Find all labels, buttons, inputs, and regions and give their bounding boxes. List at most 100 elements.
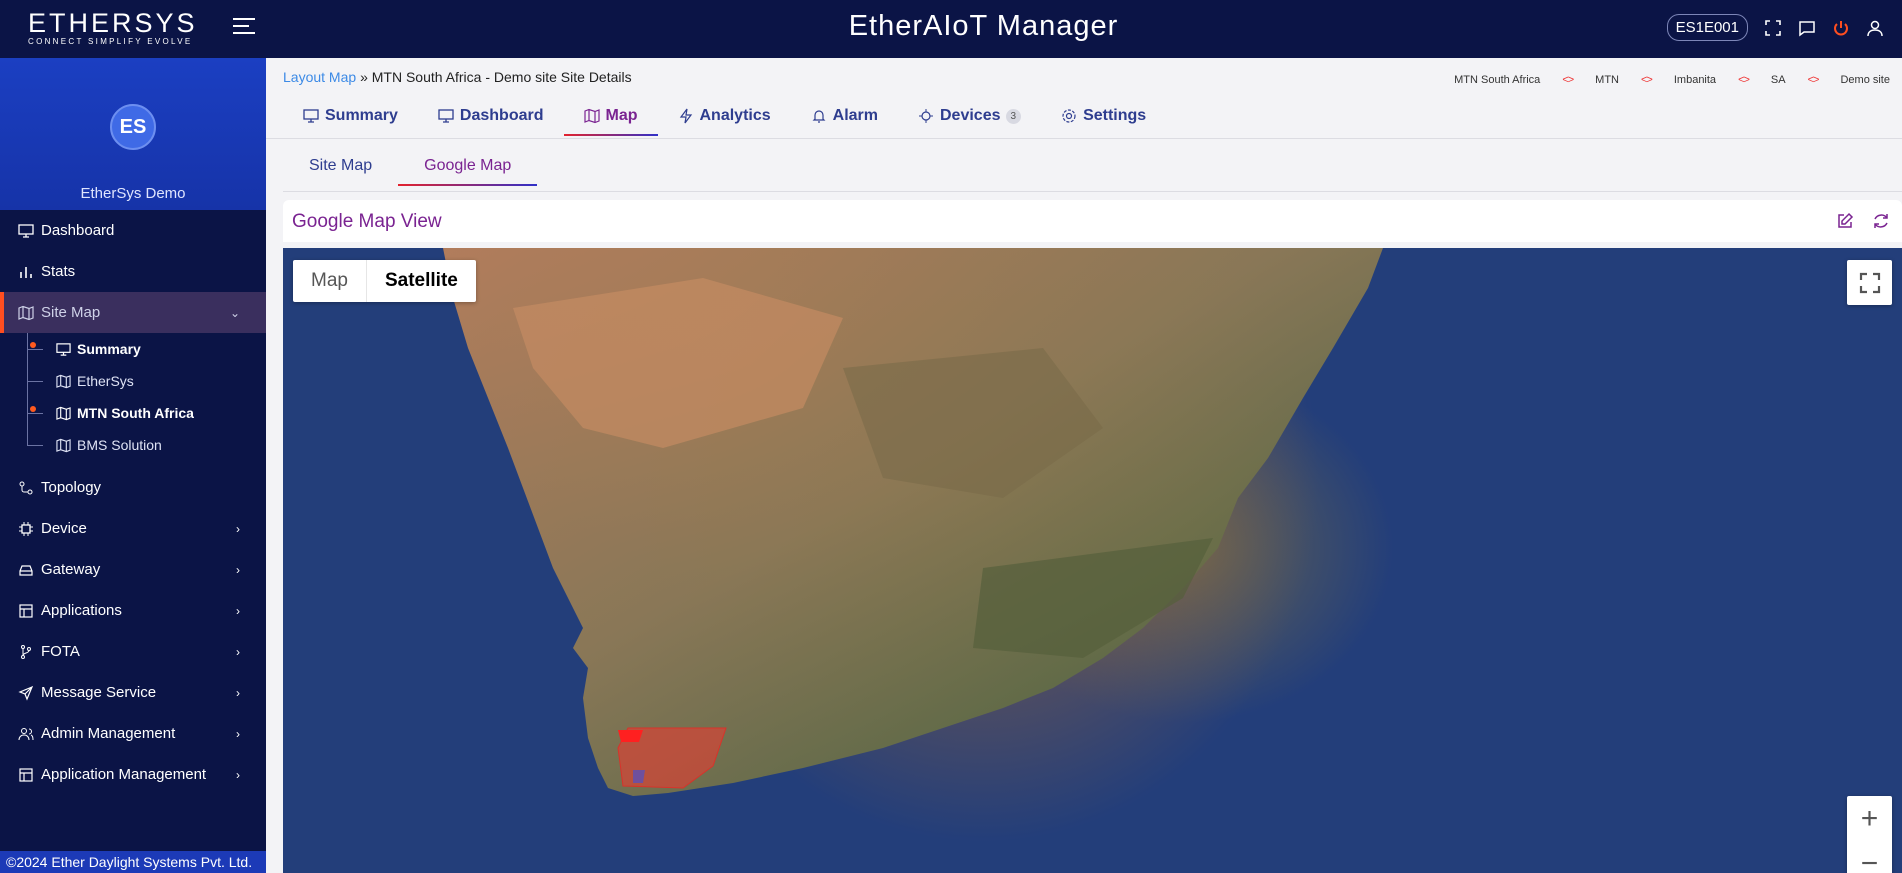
hierarchy-item[interactable]: SA bbox=[1771, 74, 1786, 86]
card-title: Google Map View bbox=[292, 211, 442, 232]
active-dot bbox=[30, 406, 36, 412]
breadcrumb: Layout Map » MTN South Africa - Demo sit… bbox=[283, 69, 632, 85]
sidebar-subitem-label: EtherSys bbox=[77, 373, 134, 389]
sidebar-item-message-service[interactable]: Message Service › bbox=[0, 672, 266, 713]
tree-tick bbox=[27, 413, 43, 414]
hierarchy-item[interactable]: MTN bbox=[1595, 74, 1619, 86]
sidebar: ES EtherSys Demo Dashboard Stats Site Ma… bbox=[0, 58, 266, 873]
sidebar-item-applications[interactable]: Applications › bbox=[0, 590, 266, 631]
chevron-right-icon[interactable]: › bbox=[236, 604, 240, 618]
sidebar-item-label: Stats bbox=[41, 263, 76, 280]
subtabs-divider bbox=[283, 191, 1902, 192]
chevron-right-icon[interactable]: › bbox=[236, 645, 240, 659]
sidebar-item-label: Application Management bbox=[41, 766, 207, 783]
google-map-satellite[interactable]: Map Satellite + − bbox=[283, 248, 1902, 873]
sidebar-item-label: Gateway bbox=[41, 561, 101, 578]
bolt-icon bbox=[679, 108, 692, 124]
sidebar-item-fota[interactable]: FOTA › bbox=[0, 631, 266, 672]
map-icon bbox=[56, 374, 71, 388]
tab-settings[interactable]: Settings bbox=[1041, 100, 1166, 132]
sidebar-item-gateway[interactable]: Gateway › bbox=[0, 549, 266, 590]
monitor-icon bbox=[438, 109, 454, 123]
refresh-icon[interactable] bbox=[1872, 212, 1890, 230]
hierarchy-item[interactable]: MTN South Africa bbox=[1454, 74, 1540, 86]
bar-chart-icon bbox=[20, 266, 32, 278]
topology-icon bbox=[19, 481, 33, 494]
sidebar-item-label: FOTA bbox=[41, 643, 80, 660]
breadcrumb-link-layout-map[interactable]: Layout Map bbox=[283, 69, 356, 85]
branch-icon bbox=[21, 644, 31, 659]
site-hierarchy: MTN South Africa <> MTN <> Imbanita <> S… bbox=[1454, 74, 1890, 86]
map-type-map-button[interactable]: Map bbox=[293, 260, 366, 302]
map-icon bbox=[583, 108, 600, 124]
chevron-down-icon[interactable]: ⌄ bbox=[230, 306, 240, 320]
tab-devices[interactable]: Devices 3 bbox=[898, 100, 1041, 132]
user-icon[interactable] bbox=[1866, 19, 1884, 37]
chevron-right-icon[interactable]: › bbox=[236, 563, 240, 577]
fullscreen-icon[interactable] bbox=[1764, 19, 1782, 37]
sidebar-item-stats[interactable]: Stats bbox=[0, 251, 266, 292]
send-icon bbox=[18, 685, 34, 701]
map-type-satellite-button[interactable]: Satellite bbox=[365, 260, 476, 302]
tab-summary[interactable]: Summary bbox=[283, 100, 418, 132]
map-card-header: Google Map View bbox=[283, 200, 1902, 242]
code-separator-icon: <> bbox=[1641, 74, 1653, 86]
power-icon[interactable] bbox=[1832, 19, 1850, 37]
device-id-badge[interactable]: ES1E001 bbox=[1666, 14, 1748, 41]
zoom-in-button[interactable]: + bbox=[1847, 796, 1892, 841]
hierarchy-item[interactable]: Imbanita bbox=[1674, 74, 1716, 86]
chevron-right-icon[interactable]: › bbox=[236, 727, 240, 741]
map-terrain bbox=[443, 248, 1383, 796]
tab-alarm[interactable]: Alarm bbox=[791, 100, 898, 132]
sidebar-subitem-label: MTN South Africa bbox=[77, 405, 194, 421]
map-type-control: Map Satellite bbox=[293, 260, 476, 302]
tab-label: Analytics bbox=[699, 107, 771, 124]
users-icon bbox=[18, 727, 34, 740]
layout-icon bbox=[19, 767, 33, 782]
monitor-icon bbox=[56, 342, 71, 356]
zoom-out-button[interactable]: − bbox=[1847, 841, 1892, 873]
sidebar-subitem-bms-solution[interactable]: BMS Solution bbox=[0, 429, 266, 461]
devices-count-badge: 3 bbox=[1005, 108, 1022, 124]
tab-analytics[interactable]: Analytics bbox=[658, 100, 791, 132]
sidebar-item-label: Admin Management bbox=[41, 725, 176, 742]
avatar[interactable]: ES bbox=[110, 104, 156, 150]
sidebar-item-site-map[interactable]: Site Map ⌄ bbox=[0, 292, 266, 333]
map-subtabs: Site Map Google Map bbox=[283, 152, 538, 186]
tab-label: Dashboard bbox=[459, 107, 544, 124]
code-separator-icon: <> bbox=[1738, 74, 1750, 86]
tab-dashboard[interactable]: Dashboard bbox=[418, 100, 564, 132]
chat-icon[interactable] bbox=[1798, 19, 1816, 37]
sidebar-subitem-ethersys[interactable]: EtherSys bbox=[0, 365, 266, 397]
router-icon bbox=[19, 564, 33, 576]
sidebar-item-label: Message Service bbox=[41, 684, 157, 701]
tree-tick bbox=[27, 381, 43, 382]
hierarchy-item[interactable]: Demo site bbox=[1840, 74, 1890, 86]
sidebar-item-application-management[interactable]: Application Management › bbox=[0, 754, 266, 795]
sidebar-item-label: Dashboard bbox=[41, 222, 115, 239]
profile-panel: ES EtherSys Demo bbox=[0, 58, 266, 210]
sidebar-item-admin-management[interactable]: Admin Management › bbox=[0, 713, 266, 754]
code-separator-icon: <> bbox=[1562, 74, 1574, 86]
sidebar-item-device[interactable]: Device › bbox=[0, 508, 266, 549]
subtab-google-map[interactable]: Google Map bbox=[398, 152, 538, 186]
chevron-right-icon[interactable]: › bbox=[236, 522, 240, 536]
sidebar-subitem-label: Summary bbox=[77, 341, 141, 357]
edit-icon[interactable] bbox=[1836, 212, 1854, 230]
chip-icon bbox=[919, 109, 933, 123]
subtab-site-map[interactable]: Site Map bbox=[283, 152, 398, 180]
sidebar-subitem-mtn-south-africa[interactable]: MTN South Africa bbox=[0, 397, 266, 429]
profile-name: EtherSys Demo bbox=[80, 185, 186, 202]
sidebar-item-dashboard[interactable]: Dashboard bbox=[0, 210, 266, 251]
tab-label: Devices bbox=[940, 107, 1001, 124]
tree-tick bbox=[27, 445, 43, 446]
sidebar-item-label: Device bbox=[41, 520, 87, 537]
chevron-right-icon[interactable]: › bbox=[236, 768, 240, 782]
tab-map[interactable]: Map bbox=[563, 100, 658, 136]
sidebar-subitem-summary[interactable]: Summary bbox=[0, 333, 266, 365]
chevron-right-icon[interactable]: › bbox=[236, 686, 240, 700]
breadcrumb-separator: » bbox=[360, 69, 368, 85]
tab-label: Map bbox=[605, 107, 638, 124]
sidebar-item-topology[interactable]: Topology bbox=[0, 467, 266, 508]
map-fullscreen-button[interactable] bbox=[1847, 260, 1892, 305]
